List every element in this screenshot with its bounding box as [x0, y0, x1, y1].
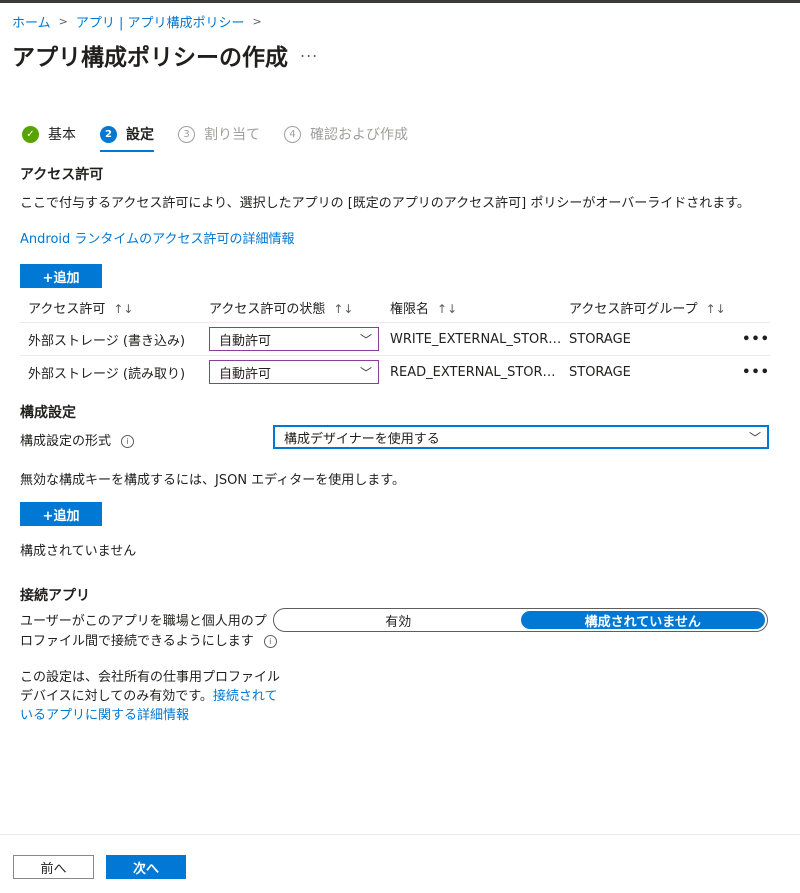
json-editor-note: 無効な構成キーを構成するには、JSON エディターを使用します。	[20, 473, 405, 488]
previous-button[interactable]: 前へ	[13, 855, 94, 879]
footer-divider	[0, 834, 800, 835]
toggle-option-not-configured[interactable]: 構成されていません	[520, 611, 765, 630]
step-number: 3	[178, 125, 195, 143]
chevron-right-icon: >	[58, 15, 68, 28]
column-header-group[interactable]: アクセス許可グループ ↑↓	[569, 298, 739, 317]
row-more-icon[interactable]: •••	[739, 365, 770, 380]
connected-apps-learn-link-cont[interactable]: いるアプリに関する詳細情報	[20, 706, 280, 725]
permission-name-cell: WRITE_EXTERNAL_STOR…	[390, 331, 562, 347]
permission-name-cell: READ_EXTERNAL_STOR…	[390, 364, 556, 380]
row-more-icon[interactable]: •••	[739, 332, 770, 347]
step-label: 設定	[126, 127, 154, 143]
permission-state-dropdown[interactable]: 自動許可 ﹀	[209, 327, 379, 351]
chevron-down-icon: ﹀	[359, 332, 372, 347]
runtime-permissions-link[interactable]: Android ランタイムのアクセス許可の詳細情報	[20, 228, 294, 247]
connected-apps-note: この設定は、会社所有の仕事用プロファイル デバイスに対してのみ有効です。接続され…	[20, 670, 281, 725]
sort-icon[interactable]: ↑↓	[113, 302, 133, 316]
checkmark-icon: ✓	[22, 125, 39, 143]
top-bar	[0, 0, 800, 3]
next-button[interactable]: 次へ	[106, 855, 186, 879]
page-title: アプリ構成ポリシーの作成	[12, 45, 288, 71]
sort-icon[interactable]: ↑↓	[437, 302, 457, 316]
config-format-label-row: 構成設定の形式 i	[20, 430, 135, 449]
connected-apps-heading: 接続アプリ	[20, 588, 90, 604]
table-header: アクセス許可 ↑↓ アクセス許可の状態 ↑↓ 権限名 ↑↓ アクセス許可グループ ↑↓	[20, 292, 770, 322]
sort-icon[interactable]: ↑↓	[706, 302, 726, 316]
add-config-button[interactable]: +追加	[20, 502, 102, 526]
info-icon[interactable]: i	[121, 435, 135, 448]
add-permission-button[interactable]: +追加	[20, 264, 102, 288]
chevron-right-icon: >	[252, 15, 262, 28]
step-label: 確認および作成	[310, 127, 408, 143]
chevron-down-icon: ﹀	[748, 430, 761, 445]
step-basics[interactable]: ✓ 基本	[22, 124, 76, 144]
permissions-description: ここで付与するアクセス許可により、選択したアプリの [既定のアプリのアクセス許可…	[20, 196, 750, 211]
permission-group-cell: STORAGE	[569, 331, 631, 347]
column-header-state[interactable]: アクセス許可の状態 ↑↓	[209, 298, 389, 317]
permissions-table: アクセス許可 ↑↓ アクセス許可の状態 ↑↓ 権限名 ↑↓ アクセス許可グループ ↑↓ …	[20, 292, 770, 388]
step-number: 4	[284, 125, 301, 143]
config-format-label: 構成設定の形式	[20, 434, 112, 449]
step-number: 2	[100, 125, 117, 143]
step-review-create[interactable]: 4 確認および作成	[284, 124, 408, 144]
table-row: 外部ストレージ (書き込み) 自動許可 ﹀ WRITE_EXTERNAL_STOR…	[20, 322, 770, 355]
wizard-steps: ✓ 基本 2 設定 3 割り当て 4 確認および作成	[22, 124, 432, 152]
permission-group-cell: STORAGE	[569, 364, 631, 380]
permission-cell: 外部ストレージ (読み取り)	[28, 366, 186, 382]
step-settings[interactable]: 2 設定	[100, 124, 154, 152]
info-icon[interactable]: i	[263, 635, 277, 648]
config-empty-text: 構成されていません	[20, 544, 137, 559]
config-heading: 構成設定	[20, 405, 76, 421]
more-options-icon[interactable]: ...	[300, 42, 318, 61]
column-header-name[interactable]: 権限名 ↑↓	[389, 298, 569, 317]
step-label: 割り当て	[204, 127, 260, 143]
breadcrumb-app-config[interactable]: アプリ | アプリ構成ポリシー	[76, 12, 245, 31]
column-header-permission[interactable]: アクセス許可 ↑↓	[20, 298, 209, 317]
breadcrumb-home[interactable]: ホーム	[12, 12, 51, 31]
permissions-heading: アクセス許可	[20, 167, 104, 183]
step-assignments[interactable]: 3 割り当て	[178, 124, 260, 144]
table-row: 外部ストレージ (読み取り) 自動許可 ﹀ READ_EXTERNAL_STOR……	[20, 355, 770, 388]
chevron-down-icon: ﹀	[359, 365, 372, 380]
permission-cell: 外部ストレージ (書き込み)	[28, 333, 186, 349]
permission-state-dropdown[interactable]: 自動許可 ﹀	[209, 360, 379, 384]
connected-apps-toggle[interactable]: 有効 構成されていません	[273, 608, 768, 632]
breadcrumb: ホーム > アプリ | アプリ構成ポリシー >	[12, 12, 270, 31]
sort-icon[interactable]: ↑↓	[333, 302, 353, 316]
connected-apps-learn-link[interactable]: 接続されて	[213, 689, 278, 704]
toggle-option-enabled[interactable]: 有効	[276, 611, 521, 630]
connected-apps-label: ユーザーがこのアプリを職場と個人用のプ ロファイル間で接続できるようにします i	[20, 612, 277, 652]
step-label: 基本	[48, 127, 76, 143]
config-format-dropdown[interactable]: 構成デザイナーを使用する ﹀	[273, 425, 769, 449]
